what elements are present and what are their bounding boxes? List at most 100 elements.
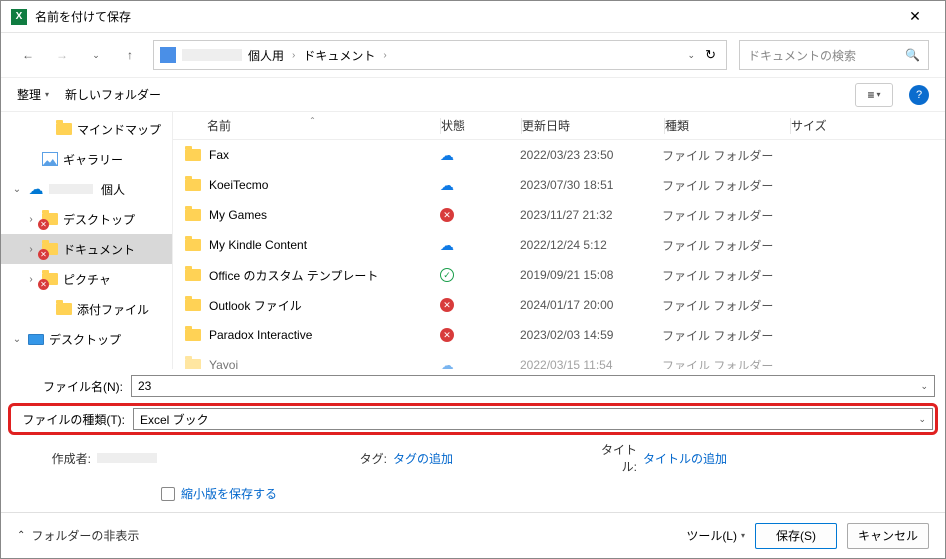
title-add-link[interactable]: タイトルの追加 <box>643 450 727 467</box>
expand-open-icon[interactable]: ⌄ <box>11 184 23 195</box>
chevron-up-icon: ⌃ <box>17 530 25 541</box>
file-row[interactable]: KoeiTecmo☁2023/07/30 18:51ファイル フォルダー <box>173 170 945 200</box>
column-type[interactable]: 種類 <box>665 117 790 134</box>
view-mode-button[interactable]: ≡▾ <box>855 83 893 107</box>
help-button[interactable]: ? <box>909 85 929 105</box>
new-folder-button[interactable]: 新しいフォルダー <box>65 86 161 103</box>
file-name: KoeiTecmo <box>209 178 268 192</box>
file-date: 2023/11/27 21:32 <box>520 208 662 222</box>
search-placeholder: ドキュメントの検索 <box>748 47 856 64</box>
address-dropdown[interactable]: ⌄ <box>688 50 696 61</box>
up-button[interactable]: ↑ <box>119 44 141 66</box>
cloud-status-icon: ☁ <box>440 177 454 194</box>
folder-icon <box>185 209 201 221</box>
thumbnail-label[interactable]: 縮小版を保存する <box>181 485 277 502</box>
thumbnail-checkbox[interactable] <box>161 487 175 501</box>
file-type: ファイル フォルダー <box>662 177 787 194</box>
location-icon <box>160 47 176 63</box>
window-title: 名前を付けて保存 <box>35 8 895 25</box>
filename-label: ファイル名(N): <box>11 378 131 395</box>
filetype-label: ファイルの種類(T): <box>13 411 133 428</box>
tree-item-label: マインドマップ <box>77 121 161 138</box>
file-row[interactable]: Fax☁2022/03/23 23:50ファイル フォルダー <box>173 140 945 170</box>
onedrive-icon: ☁ <box>27 180 45 198</box>
filetype-select[interactable]: Excel ブック ⌄ <box>133 408 933 430</box>
breadcrumb-segment[interactable]: ドキュメント <box>303 47 375 64</box>
file-list[interactable]: Fax☁2022/03/23 23:50ファイル フォルダー KoeiTecmo ☁… <box>173 140 945 369</box>
column-date[interactable]: 更新日時 <box>522 117 664 134</box>
folder-tree[interactable]: マインドマップギャラリー⌄☁個人›✕デスクトップ›✕ドキュメント›✕ピクチャ添付… <box>1 112 173 369</box>
file-date: 2019/09/21 15:08 <box>520 268 662 282</box>
file-status: ✓ <box>440 268 520 282</box>
folder-icon <box>185 149 201 161</box>
tree-item[interactable]: ›✕デスクトップ <box>1 204 172 234</box>
close-button[interactable]: ✕ <box>895 8 935 25</box>
file-date: 2023/02/03 14:59 <box>520 328 662 342</box>
column-name[interactable]: ⌃ 名前 <box>185 117 440 134</box>
file-type: ファイル フォルダー <box>662 297 787 314</box>
list-icon: ≡ <box>867 88 874 102</box>
tree-item-label: 個人 <box>101 181 125 198</box>
file-row[interactable]: Yayoi☁2022/03/15 11:54ファイル フォルダー <box>173 350 945 369</box>
save-button[interactable]: 保存(S) <box>755 523 837 549</box>
column-status[interactable]: 状態 <box>441 117 521 134</box>
author-value[interactable] <box>97 453 157 463</box>
recent-dropdown[interactable]: ⌄ <box>85 44 107 66</box>
file-row[interactable]: My Games✕2023/11/27 21:32ファイル フォルダー <box>173 200 945 230</box>
expand-closed-icon[interactable]: › <box>25 244 37 255</box>
file-status: ☁ <box>440 147 520 164</box>
expand-closed-icon[interactable]: › <box>25 214 37 225</box>
chevron-down-icon[interactable]: ⌄ <box>920 381 928 392</box>
chevron-down-icon[interactable]: ⌄ <box>918 414 926 425</box>
tree-item[interactable]: ›✕ドキュメント <box>1 234 172 264</box>
file-row[interactable]: Office のカスタム テンプレート✓2019/09/21 15:08ファイル… <box>173 260 945 290</box>
file-type: ファイル フォルダー <box>662 237 787 254</box>
filename-input[interactable]: 23 ⌄ <box>131 375 935 397</box>
file-type: ファイル フォルダー <box>662 357 787 370</box>
file-date: 2022/12/24 5:12 <box>520 238 662 252</box>
folder-icon <box>55 300 73 318</box>
main-area: マインドマップギャラリー⌄☁個人›✕デスクトップ›✕ドキュメント›✕ピクチャ添付… <box>1 111 945 369</box>
file-status: ☁ <box>440 357 520 370</box>
cloud-status-icon: ☁ <box>440 237 454 254</box>
chevron-right-icon[interactable]: › <box>383 50 386 61</box>
tree-item[interactable]: ⌄ デスクトップ <box>1 324 172 354</box>
folder-icon <box>185 329 201 341</box>
search-icon: 🔍 <box>905 48 920 62</box>
tree-item[interactable]: ⌄ ☁ 個人 <box>1 174 172 204</box>
file-row[interactable]: Paradox Interactive✕2023/02/03 14:59ファイル… <box>173 320 945 350</box>
tools-dropdown[interactable]: ツール(L) ▾ <box>686 527 745 544</box>
breadcrumb-segment[interactable]: 個人用 <box>248 47 284 64</box>
save-form: ファイル名(N): 23 ⌄ ファイルの種類(T): Excel ブック ⌄ 作… <box>1 369 945 512</box>
file-status: ☁ <box>440 177 520 194</box>
file-row[interactable]: Outlook ファイル✕2024/01/17 20:00ファイル フォルダー <box>173 290 945 320</box>
tree-item-label: ピクチャ <box>63 271 111 288</box>
address-bar[interactable]: 個人用 › ドキュメント › ⌄ ↻ <box>153 40 727 70</box>
expand-open-icon[interactable]: ⌄ <box>11 334 23 345</box>
forward-button[interactable]: → <box>51 44 73 66</box>
tree-item[interactable]: 添付ファイル <box>1 294 172 324</box>
error-status-icon: ✕ <box>440 328 454 342</box>
chevron-right-icon[interactable]: › <box>292 50 295 61</box>
error-status-icon: ✕ <box>440 208 454 222</box>
refresh-button[interactable]: ↻ <box>705 47 716 63</box>
search-input[interactable]: ドキュメントの検索 🔍 <box>739 40 929 70</box>
back-button[interactable]: ← <box>17 44 39 66</box>
tree-item-label: デスクトップ <box>49 331 121 348</box>
file-row[interactable]: My Kindle Content☁2022/12/24 5:12ファイル フォ… <box>173 230 945 260</box>
tag-add-link[interactable]: タグの追加 <box>393 450 453 467</box>
file-name: Outlook ファイル <box>209 297 302 314</box>
organize-button[interactable]: 整理▾ <box>17 86 49 103</box>
error-status-icon: ✕ <box>440 298 454 312</box>
cancel-button[interactable]: キャンセル <box>847 523 929 549</box>
tree-item[interactable]: ›✕ ピクチャ <box>1 264 172 294</box>
column-size[interactable]: サイズ <box>791 117 945 134</box>
tree-item[interactable]: ギャラリー <box>1 144 172 174</box>
author-label: 作成者: <box>51 450 91 467</box>
hide-folders-button[interactable]: ⌃ フォルダーの非表示 <box>17 527 139 544</box>
tree-item-label: 添付ファイル <box>77 301 149 318</box>
error-badge-icon: ✕ <box>38 279 49 290</box>
tree-item-label: ドキュメント <box>63 241 135 258</box>
tree-item[interactable]: マインドマップ <box>1 114 172 144</box>
expand-closed-icon[interactable]: › <box>25 274 37 285</box>
